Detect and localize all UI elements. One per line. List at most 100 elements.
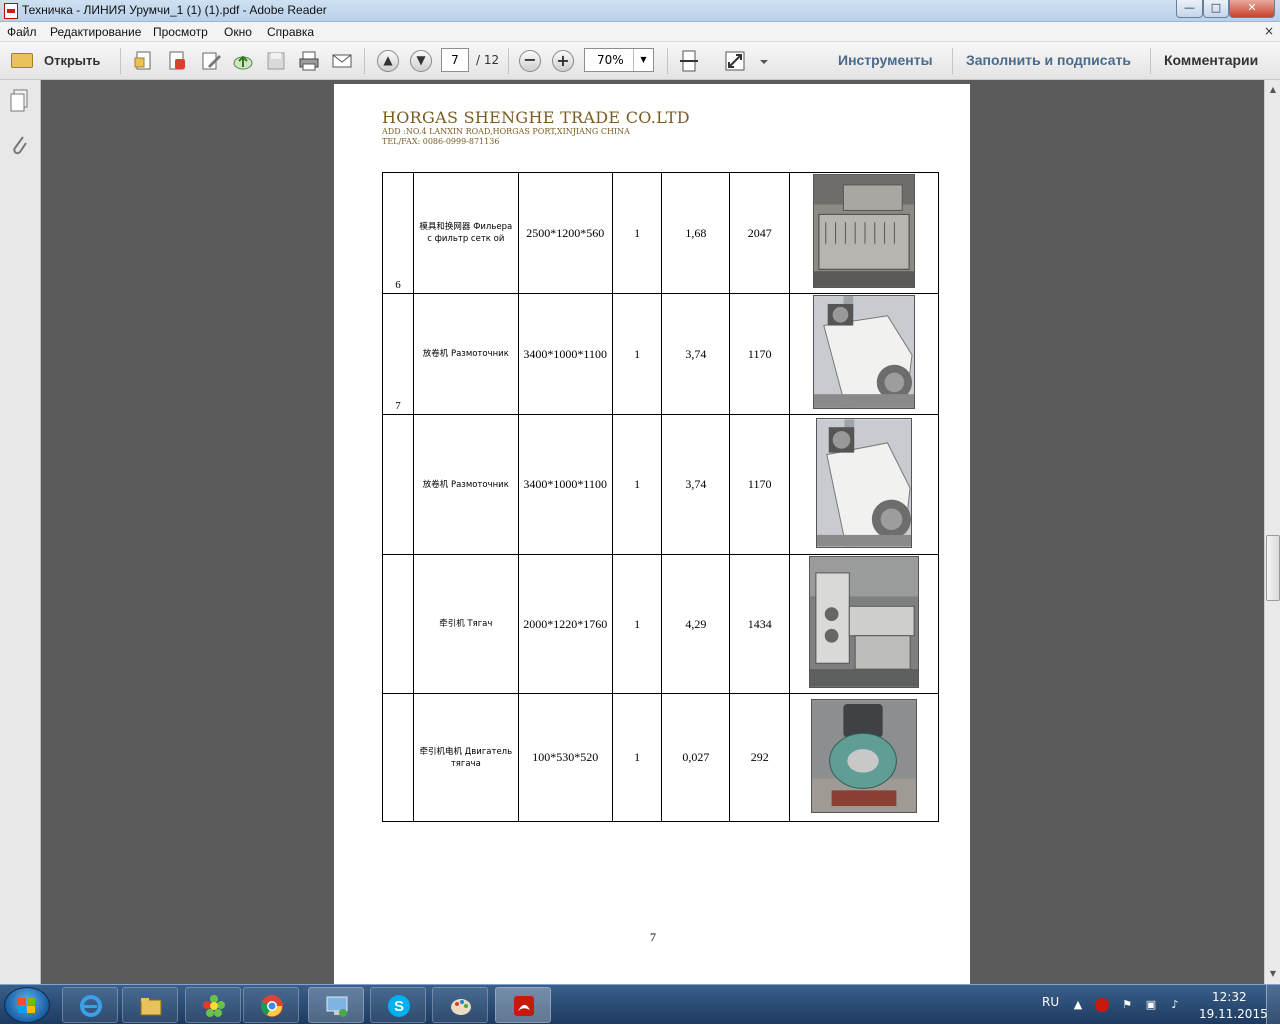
item-name: 放卷机 Размоточник (412, 293, 519, 415)
email-icon[interactable] (331, 50, 353, 72)
row-number (382, 693, 414, 822)
table-row: 牵引机电机 Двигатель тягача 100*530*520 1 0,0… (382, 693, 939, 822)
paint-palette-icon (451, 999, 471, 1015)
taskbar-icq[interactable] (185, 987, 241, 1023)
row-number: 6 (382, 172, 414, 294)
page-number-input[interactable]: 7 (441, 48, 469, 72)
close-button[interactable]: ✕ (1229, 0, 1275, 18)
cloud-upload-icon[interactable] (232, 50, 254, 72)
open-button[interactable]: Открыть (8, 49, 108, 73)
item-volume: 3,74 (661, 293, 731, 415)
item-weight: 1170 (729, 293, 791, 415)
item-dimensions: 2000*1220*1760 (517, 554, 613, 694)
equipment-table: 6 模具和换网器 Фильера с фильтр сетк ой 2500*1… (382, 172, 939, 822)
edit-pdf-icon[interactable] (200, 50, 222, 72)
item-dimensions: 100*530*520 (517, 693, 613, 822)
menu-help[interactable]: Справка (267, 25, 314, 39)
taskbar-chrome[interactable] (243, 987, 299, 1023)
antivirus-icon[interactable] (1095, 998, 1109, 1012)
taskbar-adobe-reader[interactable] (495, 987, 551, 1023)
item-dimensions: 2500*1200*560 (517, 172, 613, 294)
company-telfax: TEL/FAX: 0086-0999-871136 (382, 137, 500, 146)
extrusion-die-photo (813, 174, 916, 288)
page-thumbnails-icon[interactable] (8, 88, 30, 114)
menu-window[interactable]: Окно (224, 25, 252, 39)
vertical-scrollbar[interactable]: ▲ ▼ (1264, 80, 1280, 984)
icq-flower-icon (203, 995, 225, 1017)
scroll-up-icon[interactable]: ▲ (1266, 82, 1280, 98)
menu-file[interactable]: Файл (7, 25, 37, 39)
tray-expand-icon[interactable]: ▲ (1071, 998, 1085, 1012)
next-page-button[interactable]: ▼ (410, 50, 432, 72)
item-quantity: 1 (611, 172, 663, 294)
table-row: 放卷机 Размоточник 3400*1000*1100 1 3,74 11… (382, 414, 939, 555)
maximize-button[interactable]: □ (1203, 0, 1229, 18)
taskbar-paint[interactable] (432, 987, 488, 1023)
attachments-icon[interactable] (8, 132, 30, 158)
chevron-down-icon[interactable]: ▼ (633, 49, 653, 71)
zoom-out-button[interactable]: − (519, 50, 541, 72)
clock-time[interactable]: 12:32 (1212, 990, 1247, 1004)
page-total: / 12 (476, 53, 500, 67)
navigation-pane (0, 80, 41, 984)
scroll-thumb[interactable] (1266, 535, 1280, 601)
photo-cell (789, 293, 939, 415)
photo-cell (789, 414, 939, 555)
windows-logo-icon (18, 998, 35, 1013)
save-icon[interactable] (265, 50, 287, 72)
taskbar: S RU ▲ ⚑ ▣ ♪ 12:32 19.11.2015 (0, 984, 1280, 1025)
haul-off-photo (809, 556, 920, 688)
item-dimensions: 3400*1000*1100 (517, 414, 613, 555)
show-desktop-button[interactable] (1266, 985, 1280, 1025)
taskbar-internet-explorer[interactable] (62, 987, 118, 1023)
item-weight: 1434 (729, 554, 791, 694)
taskbar-skype[interactable]: S (370, 987, 426, 1023)
item-name: 模具和换网器 Фильера с фильтр сетк ой (412, 172, 519, 294)
action-center-icon[interactable]: ⚑ (1120, 998, 1134, 1012)
item-name: 牵引机电机 Двигатель тягача (412, 693, 519, 822)
motor-photo (811, 698, 918, 813)
item-name: 牵引机 Тягач (412, 554, 519, 694)
row-number: 7 (382, 293, 414, 415)
volume-icon[interactable]: ♪ (1168, 998, 1182, 1012)
zoom-select[interactable]: 70% ▼ (584, 48, 654, 72)
toolbar-separator (952, 48, 953, 74)
previous-page-button[interactable]: ▲ (377, 50, 399, 72)
taskbar-explorer[interactable] (122, 987, 178, 1023)
row-number (382, 414, 414, 555)
export-pdf-icon[interactable] (166, 50, 188, 72)
fit-page-icon[interactable] (678, 50, 700, 72)
close-document-icon[interactable]: × (1264, 24, 1274, 38)
language-indicator[interactable]: RU (1042, 995, 1059, 1009)
fill-sign-link[interactable]: Заполнить и подписать (966, 52, 1131, 68)
fullscreen-icon[interactable] (724, 50, 746, 72)
scroll-down-icon[interactable]: ▼ (1266, 966, 1280, 982)
menu-edit[interactable]: Редактирование (50, 25, 141, 39)
network-icon[interactable]: ▣ (1144, 998, 1158, 1012)
taskbar-remote-desktop[interactable] (308, 987, 364, 1023)
chrome-icon (261, 995, 283, 1017)
item-volume: 4,29 (661, 554, 731, 694)
comments-link[interactable]: Комментарии (1164, 52, 1258, 68)
item-quantity: 1 (611, 554, 663, 694)
print-icon[interactable] (298, 50, 320, 72)
svg-text:S: S (394, 998, 404, 1015)
folder-icon (11, 53, 33, 68)
menu-view[interactable]: Просмотр (153, 25, 208, 39)
skype-icon: S (388, 995, 410, 1017)
item-quantity: 1 (611, 693, 663, 822)
create-pdf-icon[interactable] (133, 50, 155, 72)
item-weight: 1170 (729, 414, 791, 555)
clock-date[interactable]: 19.11.2015 (1199, 1007, 1268, 1021)
toolbar-separator (508, 48, 509, 74)
toolbar-separator (1150, 48, 1151, 74)
minimize-button[interactable]: — (1176, 0, 1203, 18)
item-volume: 1,68 (661, 172, 731, 294)
tools-link[interactable]: Инструменты (838, 52, 933, 68)
toolbar-separator (364, 48, 365, 74)
item-name: 放卷机 Размоточник (412, 414, 519, 555)
zoom-in-button[interactable]: + (552, 50, 574, 72)
unwinder-photo (813, 295, 916, 409)
customize-toolbar-icon[interactable] (757, 50, 771, 72)
start-button[interactable] (4, 987, 50, 1023)
